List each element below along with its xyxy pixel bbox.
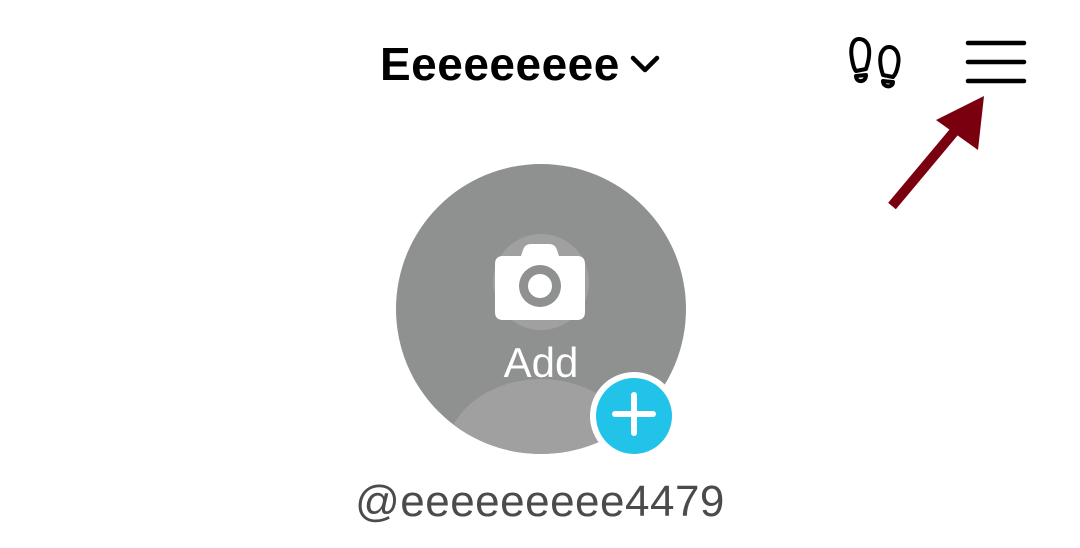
plus-icon bbox=[610, 390, 658, 443]
account-name: Eeeeeeeee bbox=[380, 38, 620, 90]
add-badge-circle bbox=[596, 378, 672, 454]
menu-button[interactable] bbox=[960, 36, 1032, 92]
username: @eeeeeeeee4479 bbox=[355, 477, 725, 526]
profile-views-button[interactable] bbox=[842, 32, 908, 98]
chevron-down-icon bbox=[628, 47, 662, 81]
arrow-annotation-icon bbox=[888, 96, 984, 210]
camera-icon bbox=[493, 242, 587, 322]
hamburger-menu-icon bbox=[965, 38, 1027, 91]
footprints-icon bbox=[845, 33, 905, 98]
account-switcher[interactable]: Eeeeeeeee bbox=[380, 34, 662, 94]
add-photo-badge[interactable] bbox=[590, 372, 678, 460]
